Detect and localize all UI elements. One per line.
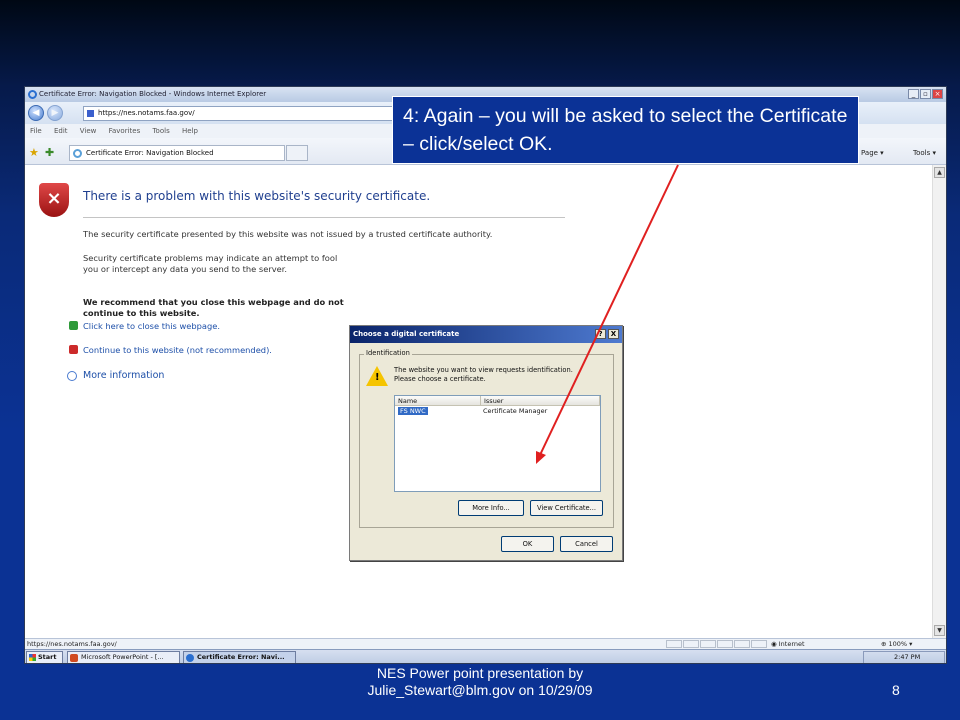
clock: 2:47 PM [894,653,921,661]
certificate-issuer: Certificate Manager [483,407,548,415]
dialog-titlebar: Choose a digital certificate ? X [350,326,622,343]
url-text: https://nes.notams.faa.gov/ [98,109,195,117]
certificate-name: FS NWC [398,407,428,415]
windows-logo-icon [29,654,36,661]
taskbar-powerpoint[interactable]: Microsoft PowerPoint - [... [67,651,180,663]
url-input[interactable]: https://nes.notams.faa.gov/ [83,106,403,121]
taskbar-powerpoint-label: Microsoft PowerPoint - [... [81,653,164,661]
instruction-callout: 4: Again – you will be asked to select t… [392,96,859,164]
security-zone: ◉ Internet [771,640,805,648]
certificate-row[interactable]: FS NWC Certificate Manager [395,406,600,416]
tab-certificate-error[interactable]: Certificate Error: Navigation Blocked [69,145,285,161]
window-title: Certificate Error: Navigation Blocked - … [39,90,267,98]
chevron-down-icon [67,371,77,381]
favorites-star-icon[interactable]: ★ [29,146,39,159]
maximize-button[interactable]: ▫ [920,89,931,99]
page-content: × There is a problem with this website's… [25,165,933,638]
taskbar: Start Microsoft PowerPoint - [... Certif… [25,649,946,663]
start-button[interactable]: Start [26,651,63,663]
shield-ok-icon [69,321,78,330]
close-window-button[interactable]: × [932,89,943,99]
column-issuer[interactable]: Issuer [481,396,600,405]
recommendation-text: We recommend that you close this webpage… [83,297,344,318]
choose-certificate-dialog: Choose a digital certificate ? X Identif… [349,325,623,561]
menu-favorites[interactable]: Favorites [109,127,141,135]
warning-mark: ! [375,372,380,383]
error-paragraph-1: The security certificate presented by th… [83,229,493,239]
menu-file[interactable]: File [30,127,42,135]
start-label: Start [38,653,57,661]
menu-help[interactable]: Help [182,127,198,135]
certificate-list[interactable]: Name Issuer FS NWC Certificate Manager [394,395,601,492]
dialog-message-line-2: Please choose a certificate. [394,375,486,383]
cancel-button[interactable]: Cancel [560,536,613,552]
menu-view[interactable]: View [80,127,97,135]
new-tab-button[interactable] [286,145,308,161]
close-webpage-label: Click here to close this webpage. [83,321,221,331]
dialog-message: The website you want to view requests id… [394,366,604,384]
more-info-button[interactable]: More Info... [458,500,524,516]
error-title: There is a problem with this website's s… [83,189,431,203]
slide-page-number: 8 [892,682,900,698]
zoom-control[interactable]: ⊕ 100% ▾ [881,639,912,649]
site-icon [87,110,94,117]
tools-menu[interactable]: Tools ▾ [913,149,936,157]
dialog-close-button[interactable]: X [608,329,619,339]
help-button[interactable]: ? [595,329,606,339]
view-certificate-button[interactable]: View Certificate... [530,500,603,516]
tab-label: Certificate Error: Navigation Blocked [86,149,214,157]
certificate-list-header: Name Issuer [395,396,600,406]
error-paragraph-2: Security certificate problems may indica… [83,253,338,274]
minimize-button[interactable]: _ [908,89,919,99]
window-controls: _ ▫ × [908,89,943,99]
footer-line-1: NES Power point presentation by [376,665,584,681]
column-name[interactable]: Name [395,396,481,405]
more-information-label: More information [83,370,165,381]
continue-label: Continue to this website (not recommende… [83,345,272,355]
scroll-down-icon[interactable]: ▼ [934,625,945,636]
continue-link[interactable]: Continue to this website (not recommende… [69,345,272,355]
status-bar: https://nes.notams.faa.gov/ ◉ Internet ⊕… [25,638,946,649]
powerpoint-icon [70,654,78,662]
status-url: https://nes.notams.faa.gov/ [27,640,117,648]
error-shield-icon: × [39,183,69,217]
vertical-scrollbar[interactable]: ▲ ▼ [932,165,946,638]
taskbar-certificate-error[interactable]: Certificate Error: Navi... [183,651,296,663]
taskbar-certificate-error-label: Certificate Error: Navi... [197,653,285,661]
menu-tools[interactable]: Tools [152,127,169,135]
ok-button[interactable]: OK [501,536,554,552]
slide-footer: NES Power point presentation by Julie_St… [290,665,670,699]
more-information-link[interactable]: More information [67,370,165,381]
dialog-title: Choose a digital certificate [353,330,460,338]
status-cells [666,640,767,648]
loading-icon [73,149,82,158]
add-favorite-icon[interactable]: ✚ [45,146,54,159]
system-tray: 2:47 PM [863,651,945,663]
ie-icon [186,654,194,662]
zoom-label: 100% [888,640,908,648]
page-menu[interactable]: Page ▾ [861,149,884,157]
screenshot-frame: Certificate Error: Navigation Blocked - … [24,86,947,664]
divider [83,217,565,218]
menu-edit[interactable]: Edit [54,127,68,135]
ie-logo-icon [28,90,37,99]
footer-line-2: Julie_Stewart@blm.gov on 10/29/09 [367,682,593,698]
back-button[interactable]: ◀ [28,105,44,121]
scroll-up-icon[interactable]: ▲ [934,167,945,178]
shield-warning-icon [69,345,78,354]
dialog-message-line-1: The website you want to view requests id… [394,366,573,374]
forward-button[interactable]: ▶ [47,105,63,121]
close-webpage-link[interactable]: Click here to close this webpage. [69,321,221,331]
zone-label: Internet [778,640,805,648]
identification-label: Identification [364,349,412,357]
